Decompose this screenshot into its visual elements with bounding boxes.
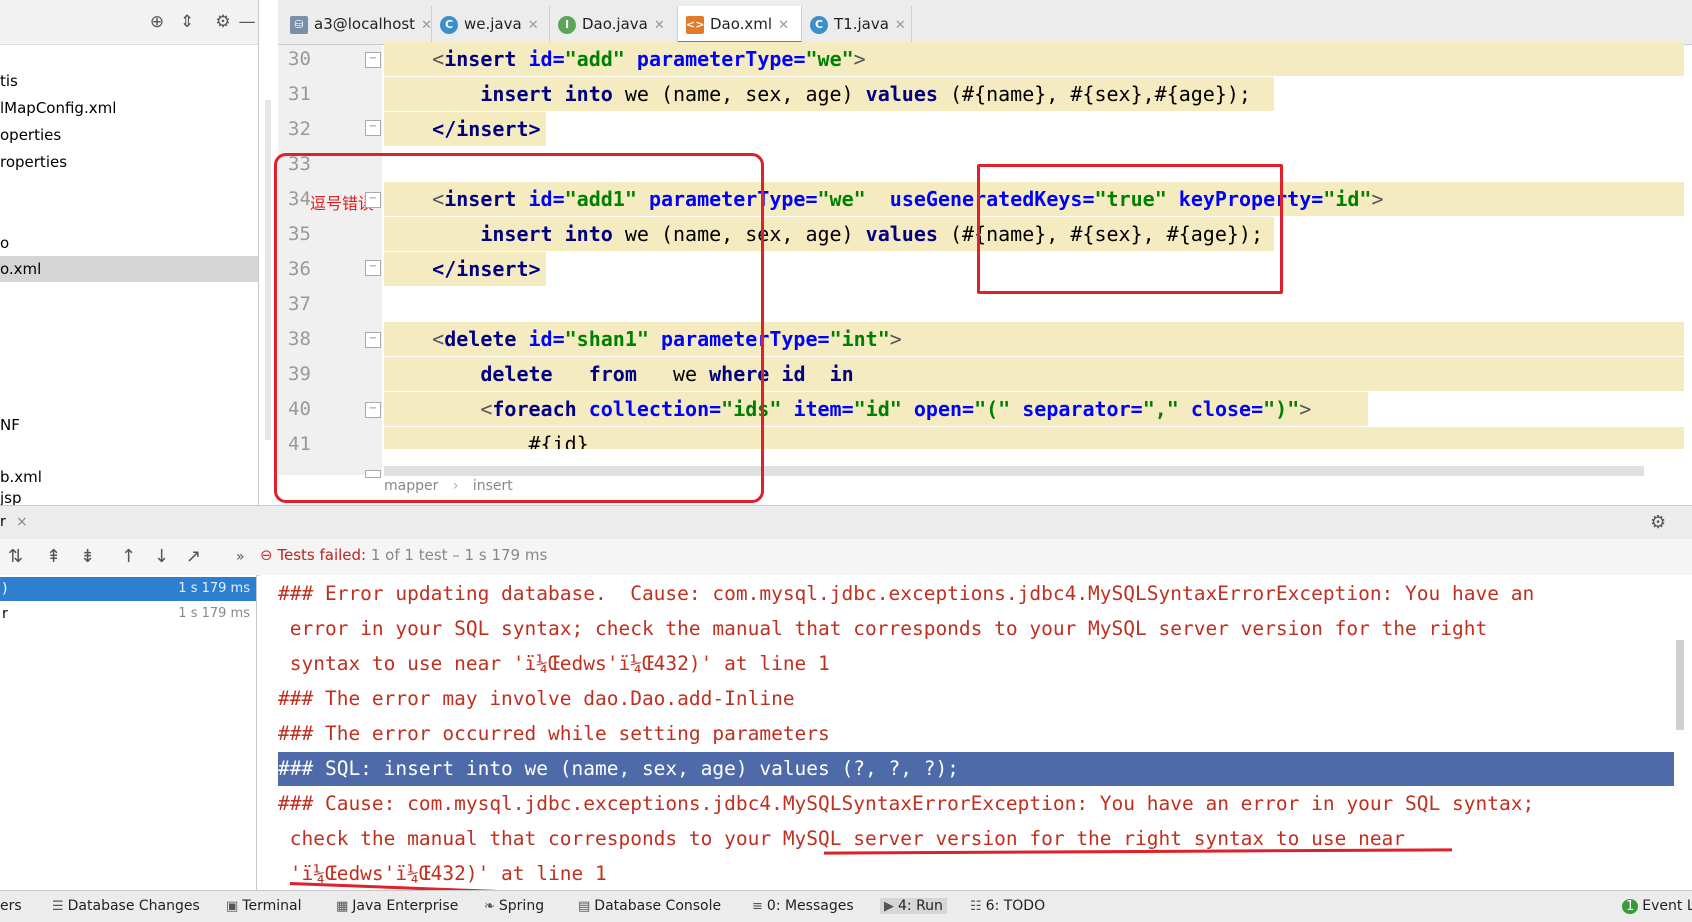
test-tree-time: 1 s 179 ms [178,606,250,621]
database-icon: ⛁ [290,16,308,34]
toolwindow-java-enterprise[interactable]: ▦ Java Enterprise [336,898,458,914]
toolwindow-terminal[interactable]: ▣ Terminal [226,898,301,914]
console-scrollbar[interactable] [1676,640,1684,730]
tab-dao-xml[interactable]: <> Dao.xml ✕ [678,6,802,44]
minimize-icon[interactable]: — [236,11,258,33]
tree-item[interactable]: lMapConfig.xml [0,95,116,121]
tab-label: we.java [464,15,522,33]
line-number: 30 [288,48,311,70]
console-line: ### Cause: com.mysql.jdbc.exceptions.jdb… [278,792,1535,815]
console-line: syntax to use near 'ï¼Œedws'ï¼Œ432)' at … [278,652,830,675]
code-line-32: </insert> [384,112,546,146]
run-tab-label: r [0,514,6,530]
toolwindow-spring[interactable]: ❧ Spring [484,898,544,914]
expand-all-icon[interactable]: ⇞ [46,546,61,567]
project-scrollbar[interactable] [265,100,271,440]
tree-item[interactable]: jsp [0,490,22,505]
java-enterprise-icon: ▦ [336,899,349,914]
console-line: ### The error may involve dao.Dao.add-In… [278,687,795,710]
tree-item[interactable]: b.xml [0,464,42,490]
test-status-detail: 1 of 1 test – 1 s 179 ms [366,546,548,564]
collapse-all-icon[interactable]: ⇕ [176,11,198,33]
interface-icon: I [558,16,576,34]
sort-icon[interactable]: ⇅ [8,546,23,567]
tab-dao-java[interactable]: I Dao.java ✕ [550,6,678,44]
line-number: 32 [288,118,311,140]
test-tree: ) 1 s 179 ms r 1 s 179 ms [0,575,257,890]
xml-icon: <> [686,16,704,34]
code-line-31: insert into we (name, sex, age) values (… [384,77,1274,111]
tree-item[interactable]: roperties [0,149,67,175]
database-console-icon: ▤ [578,899,591,914]
close-icon[interactable]: × [16,514,28,530]
gear-icon[interactable]: ⚙ [1650,512,1666,533]
toolwindow-messages[interactable]: ≡ 0: Messages [752,898,854,914]
class-icon: C [440,16,458,34]
console-line: error in your SQL syntax; check the manu… [278,617,1488,640]
console-line-selected: ### SQL: insert into we (name, sex, age)… [278,752,1674,786]
close-icon[interactable]: ✕ [654,18,665,33]
editor-tabbar: ⛁ a3@localhost ✕ C we.java ✕ I Dao.java ✕ <… [278,0,1692,45]
tool-window-bar: ers ☰ Database Changes ▣ Terminal ▦ Java En… [0,890,1692,922]
code-line-30: <insert id="add" parameterType="we"> [384,42,1684,76]
arrow-down-icon[interactable]: ↓ [154,546,169,567]
console-line: ### The error occurred while setting par… [278,722,830,745]
close-icon[interactable]: ✕ [895,18,906,33]
tab-a3-localhost[interactable]: ⛁ a3@localhost ✕ [282,6,432,44]
run-toolbar: ⇅ ⇞ ⇟ ↑ ↓ ↗ » [0,539,1692,576]
run-panel-header: r × ⚙ [0,505,1692,541]
tree-item[interactable]: NF [0,412,20,438]
gear-icon[interactable]: ⚙ [212,11,234,33]
project-panel: ⊕ ⇕ ⚙ — tis lMapConfig.xml operties rope… [0,0,259,505]
toolwindow-todo[interactable]: ☷ 6: TODO [970,898,1045,914]
tab-label: T1.java [834,15,889,33]
toolwindow-database-changes[interactable]: ☰ Database Changes [52,898,200,914]
todo-icon: ☷ [970,899,982,914]
tree-item-selected[interactable]: o.xml [0,256,258,282]
test-tree-time: 1 s 179 ms [178,581,250,596]
tree-item[interactable]: operties [0,122,61,148]
locate-icon[interactable]: ⊕ [146,11,168,33]
more-icon[interactable]: » [236,549,245,565]
toolwindow-button[interactable]: ers [0,898,22,914]
annotation-box-left [274,153,764,503]
test-tree-row[interactable]: r 1 s 179 ms [0,602,256,626]
fold-marker[interactable]: − [365,120,381,136]
toolwindow-event-log[interactable]: 1Event Lo [1622,898,1692,914]
spring-icon: ❧ [484,899,495,914]
tree-item[interactable]: tis [0,68,18,94]
arrow-up-icon[interactable]: ↑ [121,546,136,567]
annotation-box-right [977,164,1283,294]
fail-icon: ⊖ [260,546,273,564]
tab-label: a3@localhost [314,15,416,33]
terminal-icon: ▣ [226,899,239,914]
test-tree-label: ) [2,581,8,597]
messages-icon: ≡ [752,899,763,914]
console-line: ### Error updating database. Cause: com.… [278,582,1535,605]
fold-marker[interactable]: − [365,52,381,68]
event-log-icon: 1 [1622,899,1639,914]
tab-t1-java[interactable]: C T1.java ✕ [802,6,912,44]
export-icon[interactable]: ↗ [186,546,201,567]
project-toolbar: ⊕ ⇕ ⚙ — [0,0,258,45]
toolwindow-run[interactable]: ▶ 4: Run [880,898,947,914]
test-status-fail: Tests failed: [277,546,367,564]
database-changes-icon: ☰ [52,899,64,914]
tree-item[interactable]: o [0,230,9,256]
test-tree-row[interactable]: ) 1 s 179 ms [0,577,256,601]
test-class-icon: C [810,16,828,34]
tab-we-java[interactable]: C we.java ✕ [432,6,550,44]
close-icon[interactable]: ✕ [528,18,539,33]
tab-label: Dao.java [582,15,648,33]
toolwindow-database-console[interactable]: ▤ Database Console [578,898,721,914]
tab-label: Dao.xml [710,15,773,33]
collapse-all-icon[interactable]: ⇟ [80,546,95,567]
line-number: 31 [288,83,311,105]
close-icon[interactable]: ✕ [778,18,789,33]
run-icon: ▶ [884,899,894,914]
test-tree-label: r [2,606,8,622]
test-status: ⊖ Tests failed: 1 of 1 test – 1 s 179 ms [260,546,547,564]
close-icon[interactable]: ✕ [421,18,432,33]
